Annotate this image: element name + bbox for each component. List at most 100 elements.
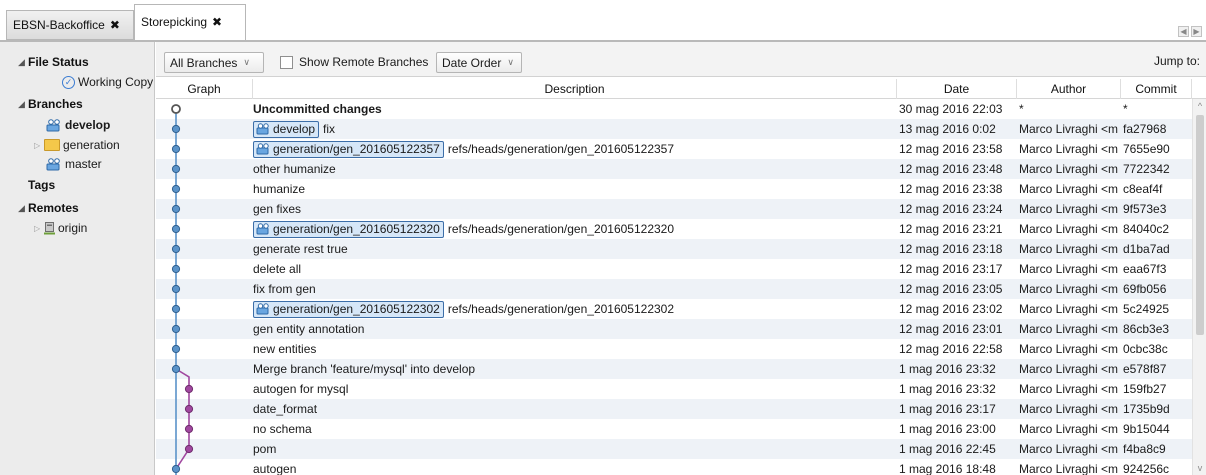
commit-node[interactable] (171, 324, 181, 334)
dropdown-value: Date Order (442, 55, 502, 70)
commit-node[interactable] (171, 164, 181, 174)
tab-ebsn-backoffice[interactable]: EBSN-Backoffice ✖ (6, 10, 134, 40)
table-row[interactable]: Merge branch 'feature/mysql' into develo… (156, 359, 1192, 379)
column-header-date[interactable]: Date (897, 79, 1017, 99)
commit-description: Uncommitted changes (253, 99, 893, 119)
column-header-description[interactable]: Description (253, 79, 897, 99)
commit-node[interactable] (171, 204, 181, 214)
commit-author: * (1019, 102, 1024, 116)
commit-hash: eaa67f3 (1123, 262, 1167, 276)
commit-message: Merge branch 'feature/mysql' into develo… (253, 362, 476, 376)
commit-description: fix from gen (253, 279, 893, 299)
commit-description: autogen for mysql (253, 379, 893, 399)
table-row[interactable]: generate rest true 12 mag 2016 23:18 Marco… (156, 239, 1192, 259)
table-row[interactable]: autogen for mysql 1 mag 2016 23:32 Marco L… (156, 379, 1192, 399)
sidebar-item-working-copy[interactable]: ✓ Working Copy (62, 73, 153, 91)
commit-author: Marco Livraghi <m (1019, 242, 1119, 256)
sidebar-section-remotes[interactable]: ◢ Remotes (18, 199, 79, 217)
commit-node[interactable] (171, 304, 181, 314)
vertical-scrollbar[interactable]: ^ v (1192, 99, 1206, 475)
sidebar-item-label: master (65, 157, 102, 171)
sidebar-section-branches[interactable]: ◢ Branches (18, 95, 83, 113)
commit-node[interactable] (171, 244, 181, 254)
branch-ref-tag[interactable]: develop (253, 120, 320, 138)
commit-node[interactable] (171, 124, 181, 134)
commit-node[interactable] (184, 424, 194, 434)
table-row[interactable]: date_format 1 mag 2016 23:17 Marco Livragh… (156, 399, 1192, 419)
tab-storepicking[interactable]: Storepicking ✖ (134, 4, 246, 40)
sidebar-item-generation[interactable]: ▷ generation (34, 136, 120, 154)
checkbox-box[interactable] (280, 55, 293, 69)
commit-node[interactable] (171, 284, 181, 294)
table-row[interactable]: pom 1 mag 2016 22:45 Marco Livraghi <m f4ba… (156, 439, 1192, 459)
commit-node[interactable] (171, 184, 181, 194)
sidebar-section-tags[interactable]: Tags (28, 176, 55, 194)
tab-scroll-right-icon[interactable]: ▶ (1191, 26, 1202, 37)
scroll-down-icon[interactable]: v (1193, 461, 1206, 475)
branch-ref-tag[interactable]: generation/gen_201605122320 (253, 220, 444, 238)
table-row[interactable]: delete all 12 mag 2016 23:17 Marco Livragh… (156, 259, 1192, 279)
commit-description: humanize (253, 179, 893, 199)
sidebar-section-file-status[interactable]: ◢ File Status (18, 53, 89, 71)
show-remote-branches-checkbox[interactable]: Show Remote Branches (280, 55, 428, 69)
commit-node[interactable] (171, 464, 181, 474)
scroll-up-icon[interactable]: ^ (1193, 99, 1206, 113)
commit-hash: 69fb056 (1123, 282, 1167, 296)
branch-ref-tag[interactable]: generation/gen_201605122357 (253, 140, 444, 158)
table-row[interactable]: generation/gen_201605122302 refs/heads/ge… (156, 299, 1192, 319)
table-row[interactable]: gen entity annotation 12 mag 2016 23:01 Ma… (156, 319, 1192, 339)
table-row[interactable]: humanize 12 mag 2016 23:38 Marco Livraghi … (156, 179, 1192, 199)
branch-icon (256, 223, 269, 235)
commit-description: date_format (253, 399, 893, 419)
branches-dropdown[interactable]: All Branches ∨ (164, 52, 264, 73)
branch-ref-tag[interactable]: generation/gen_201605122302 (253, 300, 444, 318)
table-row[interactable]: gen fixes 12 mag 2016 23:24 Marco Livraghi… (156, 199, 1192, 219)
column-header-author[interactable]: Author (1017, 79, 1121, 99)
sidebar-item-origin[interactable]: ▷ origin (34, 219, 87, 237)
sidebar-item-develop[interactable]: develop (46, 116, 110, 134)
branch-ref-label: generation/gen_201605122302 (273, 302, 440, 316)
sidebar-item-master[interactable]: master (46, 155, 102, 173)
commit-message: fix from gen (253, 282, 316, 296)
commit-message: new entities (253, 342, 317, 356)
expanded-arrow-icon: ◢ (18, 202, 25, 213)
column-header-graph[interactable]: Graph (156, 79, 253, 99)
commit-author: Marco Livraghi <m (1019, 182, 1119, 196)
collapsed-arrow-icon[interactable]: ▷ (34, 224, 44, 233)
commit-description: gen entity annotation (253, 319, 893, 339)
table-row[interactable]: no schema 1 mag 2016 23:00 Marco Livraghi … (156, 419, 1192, 439)
section-label: Remotes (28, 201, 79, 215)
close-icon[interactable]: ✖ (212, 15, 222, 29)
commit-node[interactable] (171, 144, 181, 154)
commit-node[interactable] (184, 384, 194, 394)
table-row[interactable]: autogen 1 mag 2016 18:48 Marco Livraghi <m… (156, 459, 1192, 475)
jump-to-label[interactable]: Jump to: (1154, 54, 1200, 68)
table-row[interactable]: develop fix 13 mag 2016 0:02 Marco Livraghi… (156, 119, 1192, 139)
commit-node[interactable] (171, 364, 181, 374)
tab-label: Storepicking (141, 15, 208, 29)
commit-description: develop fix (253, 119, 893, 139)
table-row[interactable]: new entities 12 mag 2016 22:58 Marco Livra… (156, 339, 1192, 359)
table-row[interactable]: other humanize 12 mag 2016 23:48 Marco Liv… (156, 159, 1192, 179)
commit-node[interactable] (171, 224, 181, 234)
commit-node[interactable] (184, 444, 194, 454)
commit-hash: 7722342 (1123, 162, 1170, 176)
commit-node[interactable] (171, 264, 181, 274)
commit-node[interactable] (184, 404, 194, 414)
commit-date: 30 mag 2016 22:03 (899, 102, 1003, 116)
close-icon[interactable]: ✖ (110, 18, 120, 32)
scroll-thumb[interactable] (1196, 115, 1204, 335)
table-row[interactable]: generation/gen_201605122320 refs/heads/ge… (156, 219, 1192, 239)
commit-node[interactable] (171, 104, 181, 114)
table-row[interactable]: Uncommitted changes 30 mag 2016 22:03 * * (156, 99, 1192, 119)
table-row[interactable]: generation/gen_201605122357 refs/heads/ge… (156, 139, 1192, 159)
collapsed-arrow-icon[interactable]: ▷ (34, 141, 44, 150)
commit-date: 12 mag 2016 23:24 (899, 202, 1003, 216)
commit-date: 1 mag 2016 23:17 (899, 402, 996, 416)
column-header-commit[interactable]: Commit (1121, 79, 1192, 99)
order-dropdown[interactable]: Date Order ∨ (436, 52, 522, 73)
commit-node[interactable] (171, 344, 181, 354)
tab-scroll-left-icon[interactable]: ◀ (1178, 26, 1189, 37)
table-row[interactable]: fix from gen 12 mag 2016 23:05 Marco Livra… (156, 279, 1192, 299)
commit-description: Merge branch 'feature/mysql' into develo… (253, 359, 893, 379)
